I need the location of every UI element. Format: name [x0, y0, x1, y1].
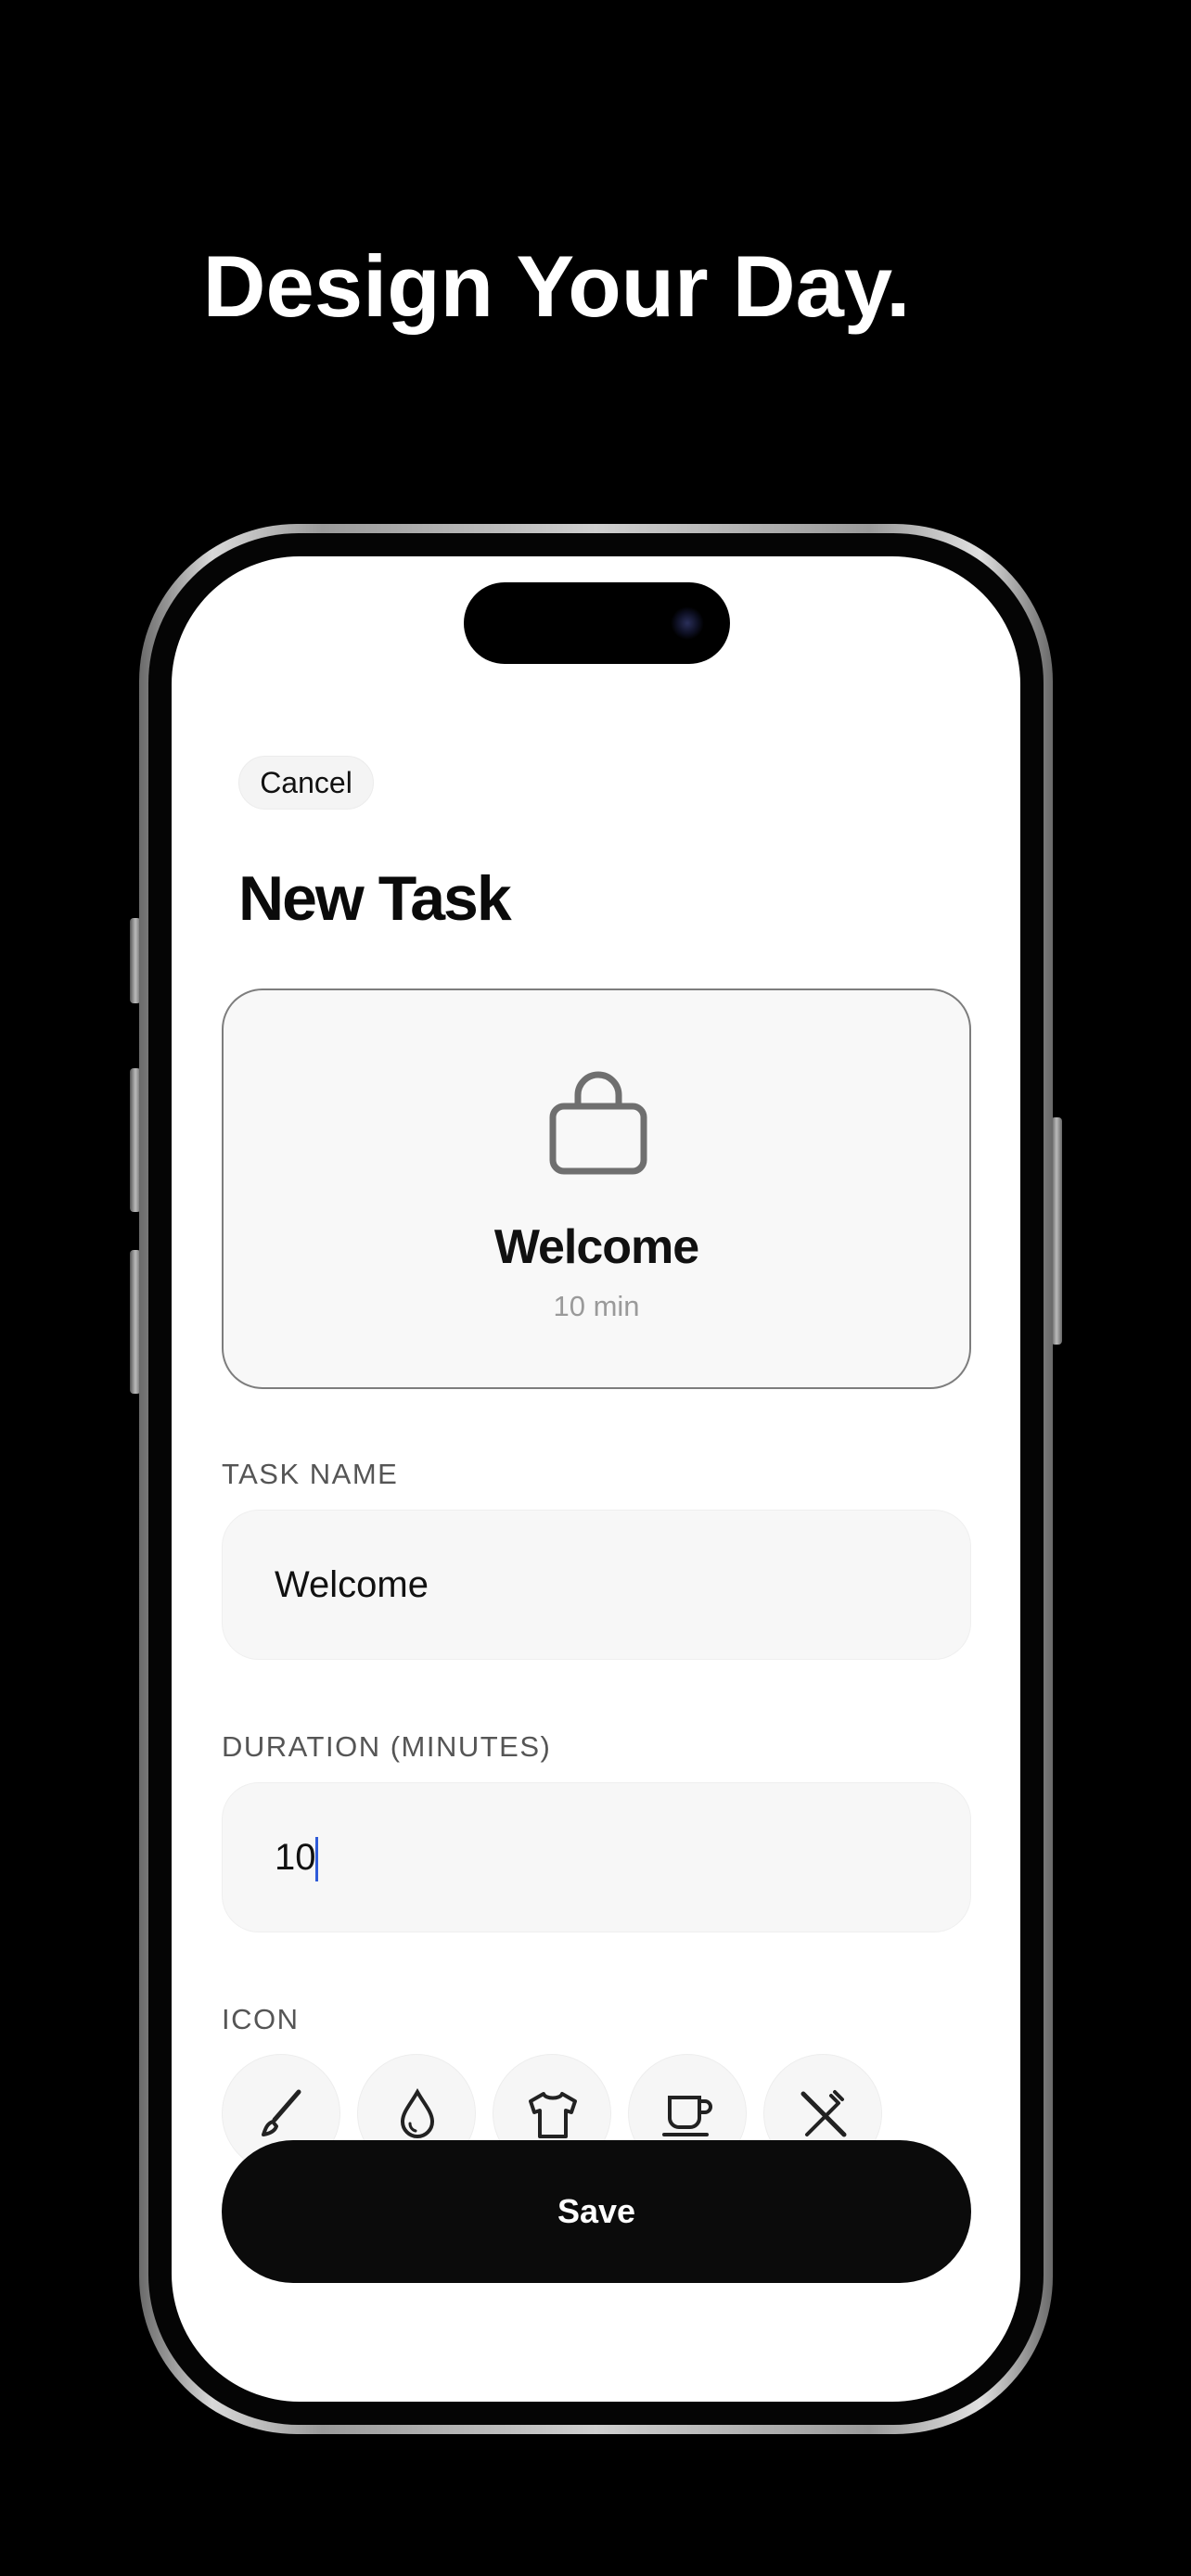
camera-icon	[671, 606, 704, 640]
paintbrush-icon	[262, 2089, 301, 2136]
duration-field-container	[222, 1782, 971, 1932]
duration-label: DURATION (MINUTES)	[222, 1730, 552, 1763]
task-preview-card: Welcome 10 min	[222, 988, 971, 1389]
drop-icon	[400, 2087, 435, 2138]
headline: Design Your Day.	[202, 237, 911, 335]
icon-label: ICON	[222, 2003, 300, 2035]
dynamic-island	[464, 582, 730, 664]
text-caret	[315, 1837, 318, 1881]
save-button[interactable]: Save	[222, 2140, 971, 2283]
phone-screen: Cancel New Task Welcome 10 min TASK NAME…	[172, 556, 1020, 2402]
preview-task-name: Welcome	[493, 1220, 699, 1274]
fork-knife-icon	[800, 2090, 847, 2137]
page-title: New Task	[238, 863, 512, 934]
shopping-bag-icon	[549, 1071, 647, 1175]
preview-task-duration: 10 min	[553, 1290, 640, 1322]
task-name-label: TASK NAME	[222, 1458, 399, 1490]
task-name-input[interactable]	[275, 1511, 924, 1659]
tshirt-icon	[529, 2092, 577, 2138]
cancel-button[interactable]: Cancel	[238, 756, 374, 810]
duration-input[interactable]	[275, 1783, 924, 1932]
cup-icon	[662, 2096, 712, 2136]
task-name-field-container	[222, 1510, 971, 1660]
